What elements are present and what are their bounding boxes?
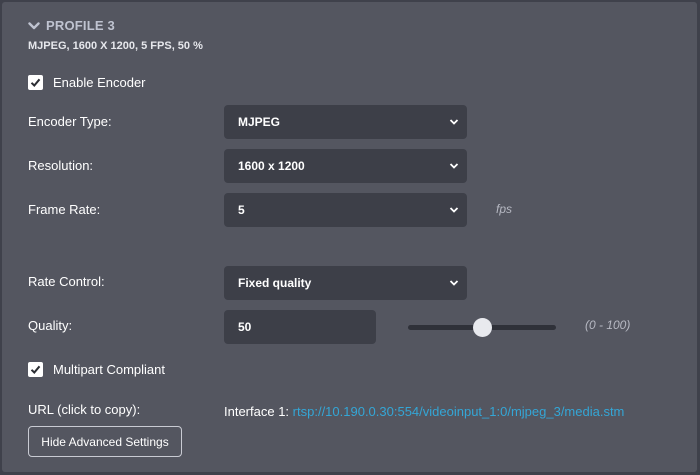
- rate-control-value: Fixed quality: [238, 276, 312, 290]
- resolution-value: 1600 x 1200: [238, 159, 305, 173]
- url-label: URL (click to copy):: [28, 402, 141, 417]
- chevron-down-icon[interactable]: [28, 21, 40, 31]
- enable-encoder-row[interactable]: Enable Encoder: [28, 75, 146, 90]
- quality-slider-thumb[interactable]: [473, 318, 492, 337]
- multipart-row[interactable]: Multipart Compliant: [28, 362, 165, 377]
- quality-slider[interactable]: [408, 318, 556, 338]
- profile-title-row[interactable]: PROFILE 3: [28, 18, 115, 33]
- quality-value: 50: [238, 320, 252, 334]
- quality-input[interactable]: 50: [224, 310, 376, 344]
- checkmark-icon: [30, 365, 41, 374]
- resolution-label: Resolution:: [28, 158, 94, 173]
- resolution-select[interactable]: 1600 x 1200: [224, 149, 467, 183]
- checkmark-icon: [30, 78, 41, 87]
- chevron-down-icon: [449, 280, 459, 286]
- frame-rate-label: Frame Rate:: [28, 202, 101, 217]
- enable-encoder-label: Enable Encoder: [53, 75, 146, 90]
- url-row: Interface 1: rtsp://10.190.0.30:554/vide…: [224, 404, 624, 419]
- multipart-label: Multipart Compliant: [53, 362, 165, 377]
- quality-label: Quality:: [28, 318, 73, 333]
- profile-panel: PROFILE 3 MJPEG, 1600 X 1200, 5 FPS, 50 …: [2, 2, 697, 472]
- rate-control-select[interactable]: Fixed quality: [224, 266, 467, 300]
- multipart-checkbox[interactable]: [28, 362, 43, 377]
- encoder-type-label: Encoder Type:: [28, 114, 112, 129]
- interface-label: Interface 1:: [224, 404, 290, 419]
- rate-control-label: Rate Control:: [28, 274, 105, 289]
- chevron-down-icon: [449, 163, 459, 169]
- frame-rate-value: 5: [238, 203, 245, 217]
- rtsp-url-link[interactable]: rtsp://10.190.0.30:554/videoinput_1:0/mj…: [293, 404, 625, 419]
- chevron-down-icon: [449, 119, 459, 125]
- profile-header[interactable]: PROFILE 3 MJPEG, 1600 X 1200, 5 FPS, 50 …: [28, 18, 203, 52]
- frame-rate-unit: fps: [496, 202, 513, 216]
- profile-summary: MJPEG, 1600 X 1200, 5 FPS, 50 %: [28, 40, 203, 52]
- frame-rate-select[interactable]: 5: [224, 193, 467, 227]
- encoder-type-value: MJPEG: [238, 115, 281, 129]
- encoder-type-select[interactable]: MJPEG: [224, 105, 467, 139]
- chevron-down-icon: [449, 207, 459, 213]
- profile-title: PROFILE 3: [46, 18, 115, 33]
- hide-advanced-settings-button[interactable]: Hide Advanced Settings: [28, 426, 182, 457]
- enable-encoder-checkbox[interactable]: [28, 75, 43, 90]
- quality-range: (0 - 100): [585, 318, 631, 332]
